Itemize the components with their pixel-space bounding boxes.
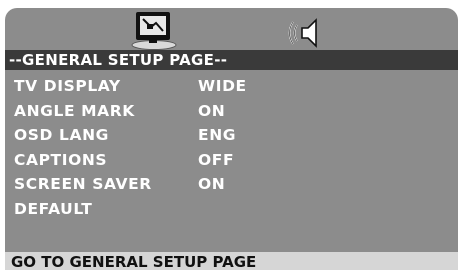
general-setup-monitor-icon[interactable] xyxy=(127,10,179,50)
menu-item-captions[interactable]: CAPTIONS OFF xyxy=(5,149,458,174)
osd-setup-panel: --GENERAL SETUP PAGE-- TV DISPLAY WIDE A… xyxy=(5,8,458,270)
menu-item-label: OSD LANG xyxy=(14,126,109,144)
menu-item-value: ENG xyxy=(198,126,237,144)
menu-item-value: ON xyxy=(198,175,226,193)
page-title: --GENERAL SETUP PAGE-- xyxy=(5,50,458,70)
menu-item-angle-mark[interactable]: ANGLE MARK ON xyxy=(5,100,458,125)
menu-item-label: CAPTIONS xyxy=(14,150,108,169)
menu-item-label: DEFAULT xyxy=(14,199,93,218)
audio-speaker-icon[interactable] xyxy=(286,16,324,50)
menu-item-tv-display[interactable]: TV DISPLAY WIDE xyxy=(5,75,458,100)
menu-item-default[interactable]: DEFAULT xyxy=(5,198,458,223)
menu-item-label: SCREEN SAVER xyxy=(14,175,152,193)
status-bar: GO TO GENERAL SETUP PAGE xyxy=(5,252,458,270)
menu-item-label: TV DISPLAY xyxy=(14,77,121,95)
setup-menu: TV DISPLAY WIDE ANGLE MARK ON OSD LANG E… xyxy=(5,75,458,222)
menu-item-screen-saver[interactable]: SCREEN SAVER ON xyxy=(5,173,458,198)
menu-item-value: OFF xyxy=(198,150,235,169)
menu-item-label: ANGLE MARK xyxy=(14,101,135,120)
menu-item-value: ON xyxy=(198,101,226,120)
menu-item-osd-lang[interactable]: OSD LANG ENG xyxy=(5,124,458,149)
tab-bar xyxy=(5,8,458,50)
menu-item-value: WIDE xyxy=(198,77,247,95)
